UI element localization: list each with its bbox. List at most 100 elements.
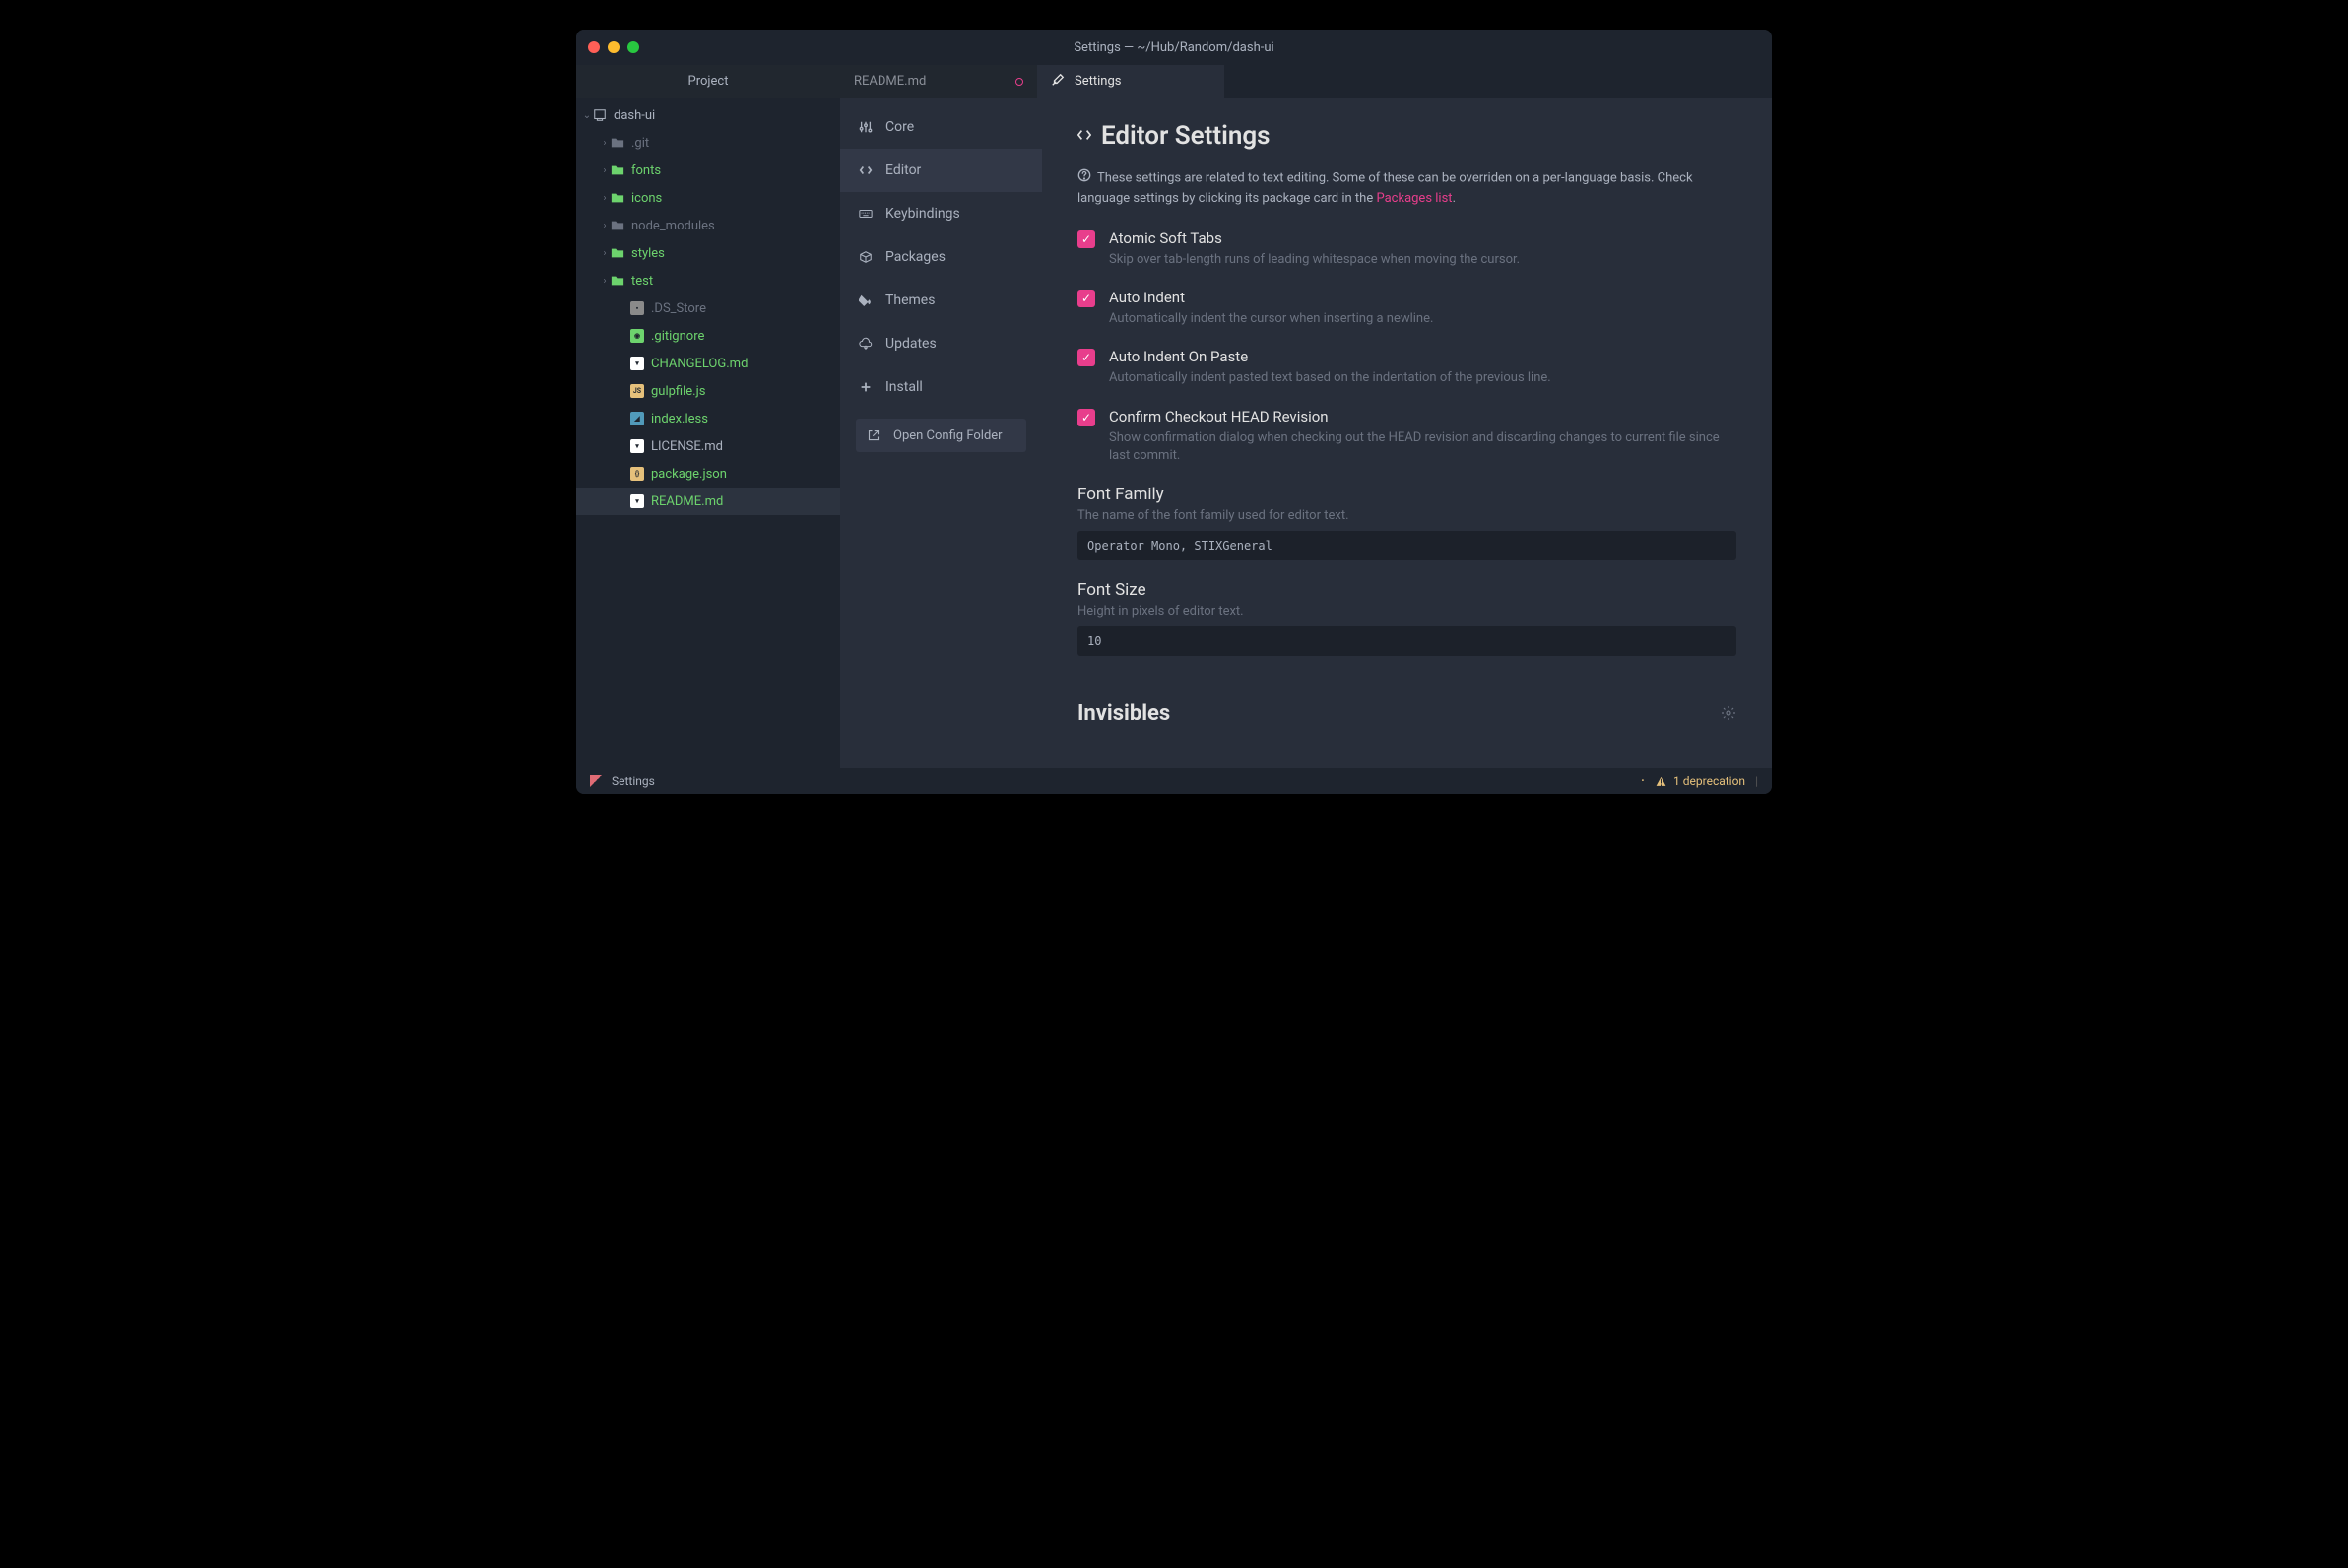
tree-item-node_modules[interactable]: › node_modules [576, 212, 840, 239]
setting-auto indent: ✓ Auto Indent Automatically indent the c… [1077, 289, 1736, 328]
tree-item-label: index.less [651, 412, 708, 426]
modified-indicator-icon [1015, 78, 1023, 86]
checkbox[interactable]: ✓ [1077, 349, 1095, 366]
settings-pane: Editor Settings These settings are relat… [1042, 98, 1772, 768]
status-bar: Settings · 1 deprecation | [576, 768, 1772, 794]
tree-item-label: dash-ui [614, 108, 655, 123]
tree-item-.DS_Store[interactable]: ▪ .DS_Store [576, 294, 840, 322]
tree-item-test[interactable]: › test [576, 267, 840, 294]
file-icon: ◉ [629, 328, 645, 344]
open-config-folder-button[interactable]: Open Config Folder [856, 419, 1026, 452]
tree-item-.gitignore[interactable]: ◉ .gitignore [576, 322, 840, 350]
nav-item-keybindings[interactable]: Keybindings [840, 192, 1042, 235]
tree-item-CHANGELOG.md[interactable]: ▾ CHANGELOG.md [576, 350, 840, 377]
nav-label: Core [885, 119, 914, 135]
deprecation-warning[interactable]: 1 deprecation [1655, 774, 1745, 788]
setting-label: Confirm Checkout HEAD Revision [1109, 408, 1736, 425]
status-divider: | [1755, 774, 1758, 788]
close-window-button[interactable] [588, 41, 600, 53]
tree-item-label: CHANGELOG.md [651, 357, 748, 371]
tools-icon [1051, 73, 1065, 91]
checkbox[interactable]: ✓ [1077, 290, 1095, 307]
window-controls [588, 41, 639, 53]
folder-icon [610, 135, 625, 151]
settings-gear-icon[interactable] [1721, 705, 1736, 721]
nav-label: Install [885, 379, 923, 395]
packages-list-link[interactable]: Packages list [1376, 191, 1452, 206]
tree-item-label: fonts [631, 163, 661, 178]
folder-icon [610, 273, 625, 289]
field-label: Font Size [1077, 580, 1736, 600]
keyboard-icon [858, 207, 874, 221]
setting-label: Atomic Soft Tabs [1109, 229, 1520, 247]
nav-item-core[interactable]: Core [840, 105, 1042, 149]
chevron-icon: › [600, 248, 610, 259]
field-label: Font Family [1077, 485, 1736, 504]
tab-label: Settings [1075, 74, 1121, 89]
tree-item-styles[interactable]: › styles [576, 239, 840, 267]
folder-icon [610, 190, 625, 206]
setting-label: Auto Indent On Paste [1109, 348, 1551, 365]
setting-auto indent on paste: ✓ Auto Indent On Paste Automatically ind… [1077, 348, 1736, 387]
minimize-window-button[interactable] [608, 41, 620, 53]
field-description: Height in pixels of editor text. [1077, 604, 1736, 619]
tree-item-index.less[interactable]: ◢ index.less [576, 405, 840, 432]
nav-item-themes[interactable]: Themes [840, 279, 1042, 322]
nav-item-install[interactable]: Install [840, 365, 1042, 409]
font-family-input[interactable] [1077, 531, 1736, 560]
settings-title: Editor Settings [1101, 121, 1271, 151]
file-icon: ▾ [629, 438, 645, 454]
setting-label: Auto Indent [1109, 289, 1433, 306]
nav-item-updates[interactable]: Updates [840, 322, 1042, 365]
tree-item-label: .git [631, 136, 649, 151]
tree-item-label: package.json [651, 467, 727, 482]
file-icon: ▪ [629, 300, 645, 316]
button-label: Open Config Folder [893, 428, 1003, 443]
app-window: Settings — ~/Hub/Random/dash-ui Project … [576, 30, 1772, 794]
project-header: Project [576, 65, 840, 98]
nav-label: Updates [885, 336, 937, 352]
zoom-window-button[interactable] [627, 41, 639, 53]
font-size-input[interactable] [1077, 626, 1736, 656]
question-icon [1077, 168, 1091, 189]
folder-icon [610, 218, 625, 233]
folder-icon [610, 245, 625, 261]
tree-item-label: README.md [651, 494, 723, 509]
chevron-icon: › [600, 165, 610, 176]
chevron-icon: › [600, 276, 610, 287]
tree-item-label: test [631, 274, 653, 289]
nav-label: Packages [885, 249, 946, 265]
tree-item-gulpfile.js[interactable]: JS gulpfile.js [576, 377, 840, 405]
tree-item-package.json[interactable]: {} package.json [576, 460, 840, 488]
tab-README.md[interactable]: README.md [840, 65, 1037, 98]
font-size-setting: Font Size Height in pixels of editor tex… [1077, 580, 1736, 656]
code-icon [858, 163, 874, 177]
code-icon [1077, 127, 1091, 146]
invisibles-heading: Invisibles [1077, 701, 1170, 726]
checkbox[interactable]: ✓ [1077, 230, 1095, 248]
setting-atomic soft tabs: ✓ Atomic Soft Tabs Skip over tab-length … [1077, 229, 1736, 269]
tab-bar: README.md Settings [840, 65, 1772, 98]
nav-item-packages[interactable]: Packages [840, 235, 1042, 279]
tree-item-fonts[interactable]: › fonts [576, 157, 840, 184]
nav-item-editor[interactable]: Editor [840, 149, 1042, 192]
tree-item-README.md[interactable]: ▾ README.md [576, 488, 840, 515]
checkbox[interactable]: ✓ [1077, 409, 1095, 426]
setting-description: Automatically indent pasted text based o… [1109, 369, 1551, 387]
tree-item-LICENSE.md[interactable]: ▾ LICENSE.md [576, 432, 840, 460]
status-indicator-icon [590, 775, 602, 787]
cloud-icon [858, 337, 874, 351]
setting-description: Skip over tab-length runs of leading whi… [1109, 251, 1520, 269]
file-tree: ⌄ dash-ui › .git › fonts › icons › node_… [576, 98, 840, 768]
folder-icon [592, 107, 608, 123]
tree-item-.git[interactable]: › .git [576, 129, 840, 157]
tab-Settings[interactable]: Settings [1037, 65, 1224, 98]
field-description: The name of the font family used for edi… [1077, 508, 1736, 523]
tree-item-icons[interactable]: › icons [576, 184, 840, 212]
tab-label: README.md [854, 74, 926, 89]
window-title: Settings — ~/Hub/Random/dash-ui [576, 40, 1772, 55]
plus-icon [858, 380, 874, 394]
settings-info: These settings are related to text editi… [1077, 168, 1736, 208]
tree-item-dash-ui[interactable]: ⌄ dash-ui [576, 101, 840, 129]
titlebar: Settings — ~/Hub/Random/dash-ui [576, 30, 1772, 65]
